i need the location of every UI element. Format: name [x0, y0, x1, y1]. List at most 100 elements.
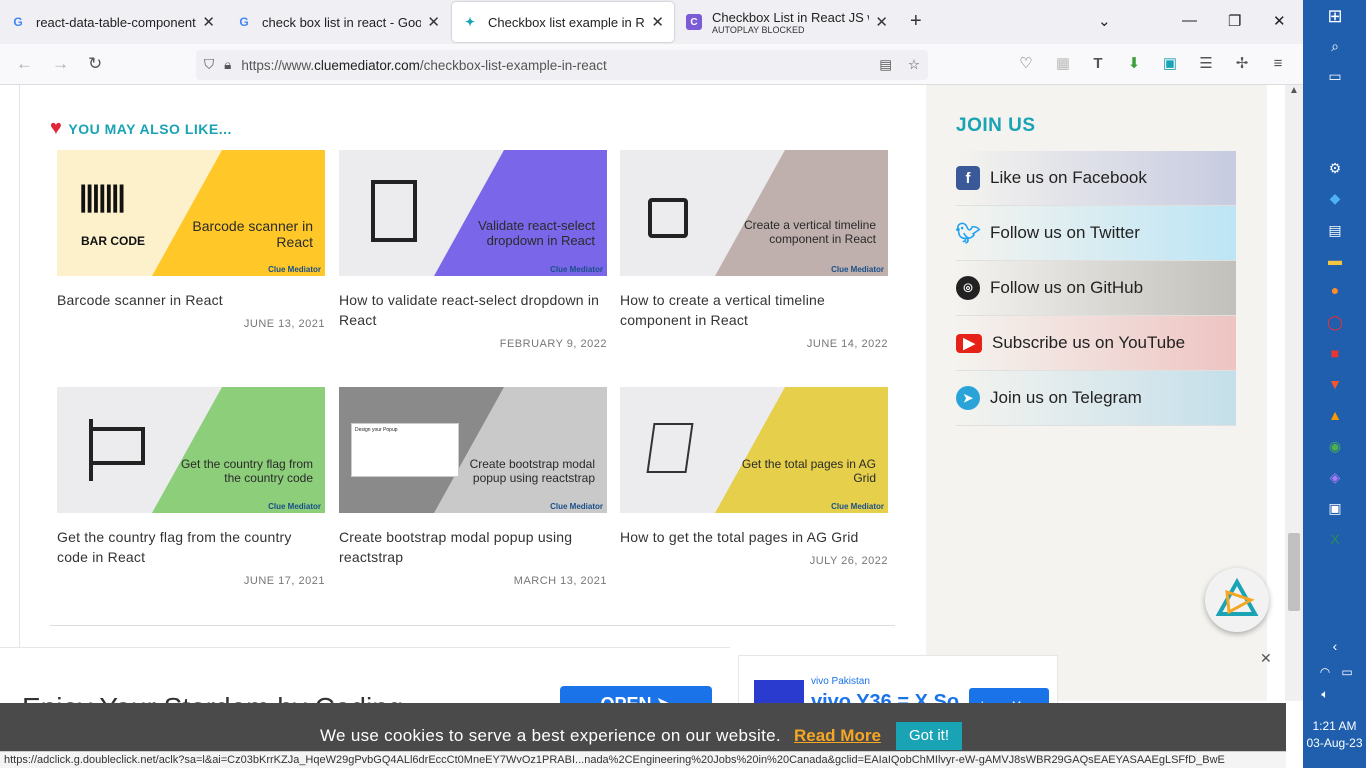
telegram-link[interactable]: ➤ Join us on Telegram: [956, 371, 1236, 426]
tab-checkbox-list-video[interactable]: C Checkbox List in React JS with AUTOPLA…: [676, 2, 898, 42]
card-title[interactable]: How to validate react-select dropdown in…: [339, 290, 607, 330]
visual-studio-icon[interactable]: ◈: [1325, 467, 1345, 487]
cookie-banner: We use cookies to serve a best experienc…: [0, 703, 1286, 751]
bookmark-star-icon[interactable]: ☆: [908, 57, 920, 73]
card-title[interactable]: Barcode scanner in React: [57, 290, 325, 310]
c-icon: C: [686, 14, 702, 30]
github-link[interactable]: ⌾ Follow us on GitHub: [956, 261, 1236, 316]
pocket-icon[interactable]: ♡: [1017, 54, 1035, 72]
settings-app-icon[interactable]: ⚙: [1325, 158, 1345, 178]
social-label: Follow us on Twitter: [990, 223, 1140, 242]
related-card[interactable]: Get the country flag from the country co…: [57, 387, 325, 587]
lock-icon[interactable]: 🔒︎: [224, 57, 231, 73]
card-title[interactable]: How to create a vertical timeline compon…: [620, 290, 888, 330]
card-date: JUNE 17, 2021: [243, 575, 325, 587]
task-view-icon[interactable]: ▭: [1325, 66, 1345, 86]
download-extension-icon[interactable]: ⬇: [1125, 54, 1143, 72]
shield-icon[interactable]: ⛉: [204, 57, 214, 73]
terminal-icon[interactable]: ▣: [1325, 498, 1345, 518]
card-thumbnail[interactable]: Get the total pages in AG Grid Clue Medi…: [620, 387, 888, 513]
card-date: FEBRUARY 9, 2022: [499, 338, 607, 350]
vlc-icon[interactable]: ▲: [1325, 405, 1345, 425]
card-title[interactable]: Get the country flag from the country co…: [57, 527, 325, 567]
twitter-link[interactable]: 🐦︎ Follow us on Twitter: [955, 206, 1236, 261]
card-thumbnail[interactable]: Design your Popup Create bootstrap modal…: [339, 387, 607, 513]
facebook-link[interactable]: f Like us on Facebook: [956, 151, 1236, 206]
related-card[interactable]: Get the total pages in AG Grid Clue Medi…: [620, 387, 888, 567]
text-extension-icon[interactable]: T: [1089, 54, 1107, 72]
scrollbar-thumb[interactable]: [1288, 533, 1300, 611]
social-label: Like us on Facebook: [990, 168, 1147, 187]
minimize-icon[interactable]: —: [1182, 12, 1197, 29]
extension-icon[interactable]: ▦: [1054, 54, 1072, 72]
forward-icon[interactable]: →: [52, 54, 69, 74]
telegram-icon: ➤: [956, 386, 980, 410]
related-card[interactable]: Design your Popup Create bootstrap modal…: [339, 387, 607, 587]
thumb-brand: Clue Mediator: [550, 265, 603, 274]
tab-manager-icon[interactable]: ☰: [1197, 54, 1215, 72]
acrobat-icon[interactable]: ■: [1325, 343, 1345, 363]
opera-icon[interactable]: ◯: [1325, 312, 1345, 332]
card-title[interactable]: Create bootstrap modal popup using react…: [339, 527, 607, 567]
close-tab-icon[interactable]: ✕: [651, 13, 664, 31]
related-heading-text: YOU MAY ALSO LIKE...: [68, 120, 232, 137]
got-it-button[interactable]: Got it!: [896, 722, 962, 750]
back-icon[interactable]: ←: [16, 54, 33, 74]
close-tab-icon[interactable]: ✕: [427, 13, 440, 31]
floating-chat-button[interactable]: [1205, 568, 1269, 632]
status-bar-url: https://adclick.g.doubleclick.net/aclk?s…: [0, 751, 1286, 768]
heart-icon: ♥: [50, 117, 63, 139]
advertisement-vivo[interactable]: vivo Pakistan vivo Y36 = X So Learn More: [738, 655, 1058, 707]
card-thumbnail[interactable]: Validate react-select dropdown in React …: [339, 150, 607, 276]
tab-title-block: Checkbox List in React JS with AUTOPLAY …: [712, 10, 869, 35]
chrome-icon[interactable]: ◉: [1325, 436, 1345, 456]
youtube-link[interactable]: ▶ Subscribe us on YouTube: [956, 316, 1236, 371]
file-explorer-icon[interactable]: ▬: [1325, 250, 1345, 270]
save-extension-icon[interactable]: ▣: [1161, 54, 1179, 72]
windows-start-icon[interactable]: ⊞: [1325, 6, 1345, 26]
page-content: ♥ YOU MAY ALSO LIKE... ||||||| BAR CODE …: [0, 85, 1285, 701]
close-tab-icon[interactable]: ✕: [202, 13, 215, 31]
brave-icon[interactable]: ▼: [1325, 374, 1345, 394]
read-more-link[interactable]: Read More: [794, 726, 881, 746]
menu-icon[interactable]: ≡: [1269, 54, 1287, 72]
battery-icon[interactable]: ▭: [1337, 662, 1357, 682]
flag-cloth: [93, 427, 145, 465]
thumb-brand: Clue Mediator: [831, 502, 884, 511]
form-dropdown-icon: [371, 180, 417, 242]
volume-icon[interactable]: 🔈︎: [1315, 684, 1335, 704]
thumb-accent: [715, 150, 888, 276]
url-bar[interactable]: ⛉ 🔒︎ https://www. cluemediator.com/checkb…: [196, 50, 928, 80]
scroll-up-icon[interactable]: ▲: [1289, 85, 1299, 96]
vscode-icon[interactable]: ◆: [1325, 188, 1345, 208]
extensions-icon[interactable]: ✢: [1233, 54, 1251, 72]
close-window-icon[interactable]: ✕: [1273, 12, 1286, 30]
tab-react-data-table[interactable]: G react-data-table-component ce ✕: [0, 2, 225, 42]
restore-icon[interactable]: ❐: [1228, 12, 1241, 30]
card-thumbnail[interactable]: Get the country flag from the country co…: [57, 387, 325, 513]
search-icon[interactable]: ⌕: [1325, 36, 1345, 56]
card-thumbnail[interactable]: Create a vertical timeline component in …: [620, 150, 888, 276]
tab-google-search[interactable]: G check box list in react - Google ✕: [226, 2, 450, 42]
new-tab-icon[interactable]: +: [910, 10, 922, 33]
system-clock[interactable]: 1:21 AM 03-Aug-23: [1303, 718, 1366, 752]
card-thumbnail[interactable]: ||||||| BAR CODE Barcode scanner in Reac…: [57, 150, 325, 276]
excel-icon[interactable]: X: [1325, 529, 1345, 549]
firefox-icon[interactable]: ●: [1325, 280, 1345, 300]
related-card[interactable]: Validate react-select dropdown in React …: [339, 150, 607, 350]
list-all-tabs-icon[interactable]: ⌄: [1098, 12, 1111, 30]
thumb-text: Get the country flag from the country co…: [180, 457, 313, 485]
close-tab-icon[interactable]: ✕: [875, 13, 888, 31]
related-card[interactable]: Create a vertical timeline component in …: [620, 150, 888, 350]
reader-view-icon[interactable]: ▤: [879, 57, 892, 73]
advertisement-banner[interactable]: Enjoy Your Stardom by Coding OPEN ➤: [0, 647, 730, 707]
show-hidden-icons-icon[interactable]: ‹: [1325, 636, 1345, 656]
tab-checkbox-list-example[interactable]: ✦ Checkbox list example in React ✕: [452, 2, 674, 42]
page-scrollbar[interactable]: ▲: [1285, 85, 1303, 701]
related-card[interactable]: ||||||| BAR CODE Barcode scanner in Reac…: [57, 150, 325, 330]
reload-icon[interactable]: ↻: [88, 54, 102, 74]
close-ad-icon[interactable]: ✕: [1260, 650, 1272, 667]
card-title[interactable]: How to get the total pages in AG Grid: [620, 527, 888, 547]
wifi-icon[interactable]: ◠: [1315, 662, 1335, 682]
notepad-icon[interactable]: ▤: [1325, 220, 1345, 240]
